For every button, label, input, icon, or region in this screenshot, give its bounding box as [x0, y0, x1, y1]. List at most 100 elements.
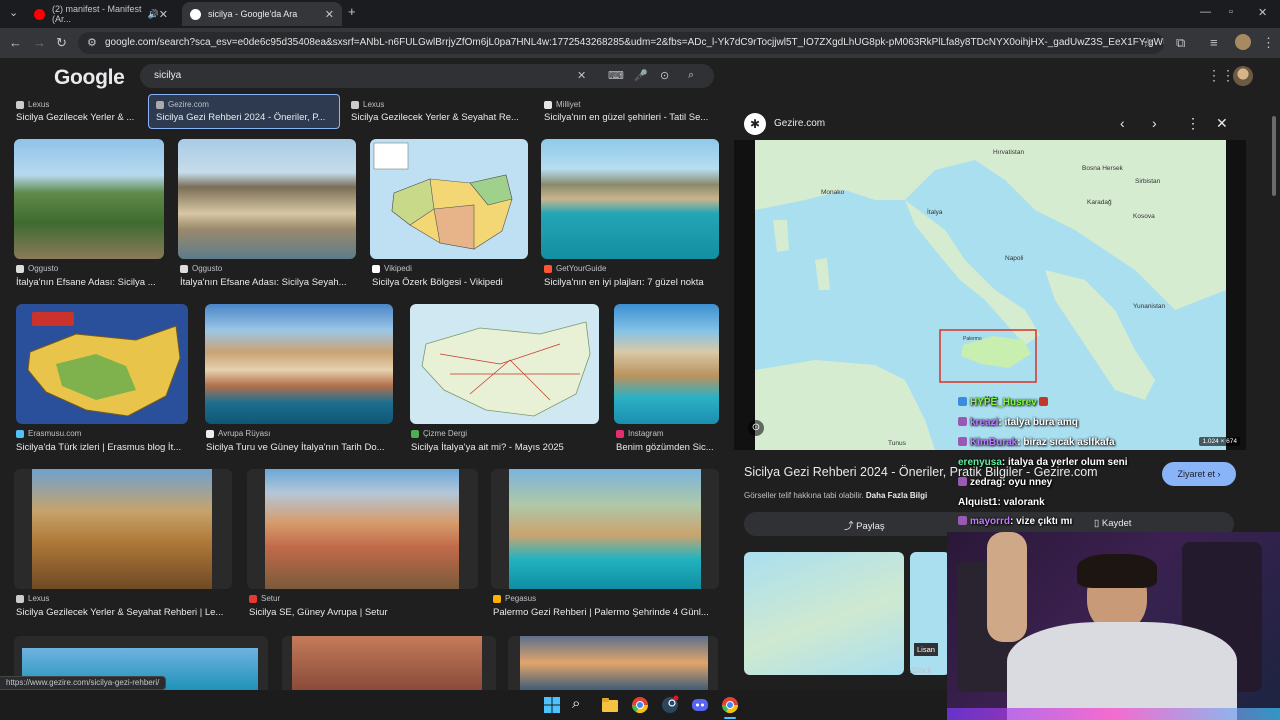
chrome-active-icon[interactable]	[720, 695, 740, 715]
more-options-icon[interactable]: ⋮	[1186, 115, 1200, 132]
chat-badge-icon	[958, 397, 967, 406]
minimize-icon[interactable]: —	[1200, 6, 1211, 18]
result-source: Instagram	[628, 429, 664, 438]
close-tab-icon[interactable]: ✕	[325, 8, 334, 21]
profile-avatar[interactable]	[1235, 34, 1251, 50]
result-title[interactable]: Sicilya İtalya'ya ait mi? - Mayıs 2025	[411, 442, 599, 453]
result-title[interactable]: Palermo Gezi Rehberi | Palermo Şehrinde …	[493, 607, 717, 618]
close-tab-icon[interactable]: ✕	[159, 8, 168, 21]
result-thumbnail[interactable]	[410, 304, 599, 424]
result-title[interactable]: Sicilya Gezilecek Yerler & ...	[16, 112, 142, 123]
search-query: sicilya	[154, 70, 182, 81]
active-app-indicator	[724, 717, 736, 719]
keyboard-icon[interactable]: ⌨	[608, 69, 624, 82]
chat-message: KimBurak: biraz sıcak aslfkafa	[958, 437, 1115, 448]
setur-favicon-icon	[249, 594, 257, 603]
chat-text: : italya da yerler olum seni	[1001, 457, 1128, 468]
result-title[interactable]: Sicilya Gezi Rehberi 2024 - Öneriler, P.…	[156, 112, 336, 123]
youtube-favicon-icon	[34, 8, 45, 20]
result-thumbnail[interactable]	[16, 304, 188, 424]
result-thumbnail[interactable]	[370, 139, 528, 259]
related-image[interactable]	[744, 552, 904, 675]
result-thumbnail[interactable]	[265, 469, 459, 589]
result-thumbnail[interactable]	[541, 139, 719, 259]
result-thumbnail[interactable]	[614, 304, 719, 424]
image-result[interactable]	[282, 636, 496, 690]
search-icon[interactable]: ⌕	[572, 695, 592, 715]
result-thumbnail[interactable]	[178, 139, 356, 259]
istock-source: iStock	[910, 666, 932, 675]
extensions-icon[interactable]: ⧉	[1176, 35, 1185, 51]
search-icon[interactable]: ⌕	[688, 69, 694, 82]
result-title[interactable]: Sicilya Gezilecek Yerler & Seyahat Rehbe…	[16, 607, 230, 618]
map-label: Tunus	[888, 440, 907, 447]
more-info-link[interactable]: Daha Fazla Bilgi	[866, 491, 927, 500]
chrome-icon[interactable]	[630, 695, 650, 715]
previous-image-icon[interactable]: ‹	[1120, 115, 1125, 131]
speaker-icon[interactable]: 🔊	[148, 9, 159, 20]
site-info-icon[interactable]: ⚙	[87, 36, 97, 49]
windows-start-icon[interactable]	[542, 695, 562, 715]
rgb-light-strip	[947, 708, 1280, 720]
map-label: Hırvatistan	[993, 149, 1024, 156]
preview-site-name[interactable]: Gezire.com	[774, 118, 825, 129]
tab-sicilya[interactable]: sicilya - Google'da Ara ✕	[182, 2, 342, 26]
steam-icon[interactable]	[660, 695, 680, 715]
back-icon[interactable]: ←	[9, 35, 22, 50]
result-title[interactable]: Sicilya Özerk Bölgesi - Vikipedi	[372, 277, 530, 288]
discord-icon[interactable]	[690, 695, 710, 715]
mic-icon[interactable]: 🎤	[634, 69, 648, 82]
bookmark-icon: ▯	[1094, 518, 1100, 529]
menu-kebab-icon[interactable]: ⋮	[1262, 35, 1275, 51]
new-tab-icon[interactable]: +	[348, 4, 356, 19]
result-thumbnail[interactable]	[14, 139, 164, 259]
share-button[interactable]: ⤴ Paylaş	[844, 518, 885, 532]
result-thumbnail[interactable]	[32, 469, 212, 589]
result-thumbnail[interactable]	[292, 636, 482, 690]
related-image[interactable]	[910, 552, 950, 675]
result-title[interactable]: İtalya'nın Efsane Adası: Sicilya Seyah..…	[180, 277, 358, 288]
next-image-icon[interactable]: ›	[1152, 115, 1157, 131]
result-thumbnail[interactable]	[520, 636, 708, 690]
result-thumbnail[interactable]	[205, 304, 393, 424]
result-title[interactable]: Sicilya'da Türk izleri | Erasmus blog İt…	[16, 442, 190, 453]
close-preview-icon[interactable]: ✕	[1216, 115, 1228, 132]
result-title[interactable]: Sicilya'nın en iyi plajları: 7 güzel nok…	[544, 277, 720, 288]
result-title[interactable]: Sicilya Gezilecek Yerler & Seyahat Re...	[351, 112, 527, 123]
search-input[interactable]: sicilya ✕ ⌨ 🎤 ⊙ ⌕	[140, 64, 714, 88]
lens-icon[interactable]: ⊙	[660, 69, 669, 82]
reload-icon[interactable]: ↻	[56, 35, 67, 51]
result-thumbnail[interactable]	[509, 469, 701, 589]
chat-user: Alquist1	[958, 497, 998, 508]
address-bar[interactable]: ⚙ google.com/search?sca_esv=e0de6c95d354…	[78, 32, 1164, 54]
result-source: Lexus	[28, 100, 50, 109]
clear-icon[interactable]: ✕	[577, 69, 586, 82]
result-title[interactable]: Sicilya Turu ve Güney İtalya'nın Tarih D…	[206, 442, 394, 453]
chat-badge-icon	[958, 516, 967, 525]
result-title[interactable]: Sicilya SE, Güney Avrupa | Setur	[249, 607, 477, 618]
bookmark-star-icon[interactable]: ☆	[1142, 35, 1154, 51]
account-avatar[interactable]	[1233, 66, 1253, 86]
forward-icon[interactable]: →	[33, 35, 46, 50]
scrollbar-thumb[interactable]	[1272, 116, 1276, 196]
file-explorer-icon[interactable]	[600, 695, 620, 715]
visit-button[interactable]: Ziyaret et ›	[1162, 462, 1236, 486]
google-logo[interactable]: Google	[54, 66, 125, 90]
apps-grid-icon[interactable]: ⋮⋮	[1207, 67, 1235, 84]
emote-icon	[1039, 397, 1049, 406]
image-result[interactable]	[508, 636, 718, 690]
result-title[interactable]: Benim gözümden Sic...	[616, 442, 720, 453]
lens-search-icon[interactable]: ⊙	[748, 420, 764, 436]
chat-message: Alquist1: valorank	[958, 497, 1045, 508]
save-button[interactable]: ▯ Kaydet	[1094, 518, 1131, 529]
result-source: Oggusto	[192, 264, 223, 273]
close-window-icon[interactable]: ✕	[1258, 6, 1267, 19]
restore-icon[interactable]: ▫	[1229, 6, 1233, 18]
tab-search-chevron-icon[interactable]: ⌄	[9, 6, 18, 19]
media-control-icon[interactable]: ≡	[1210, 35, 1218, 50]
tab-manifest[interactable]: (2) manifest - Manifest (Ar... 🔊 ✕	[26, 2, 176, 26]
map-label: Yunanistan	[1133, 303, 1166, 310]
result-title[interactable]: Sicilya'nın en güzel şehirleri - Tatil S…	[544, 112, 716, 123]
result-title[interactable]: İtalya'nın Efsane Adası: Sicilya ...	[16, 277, 166, 288]
map-label: Monako	[821, 189, 845, 196]
